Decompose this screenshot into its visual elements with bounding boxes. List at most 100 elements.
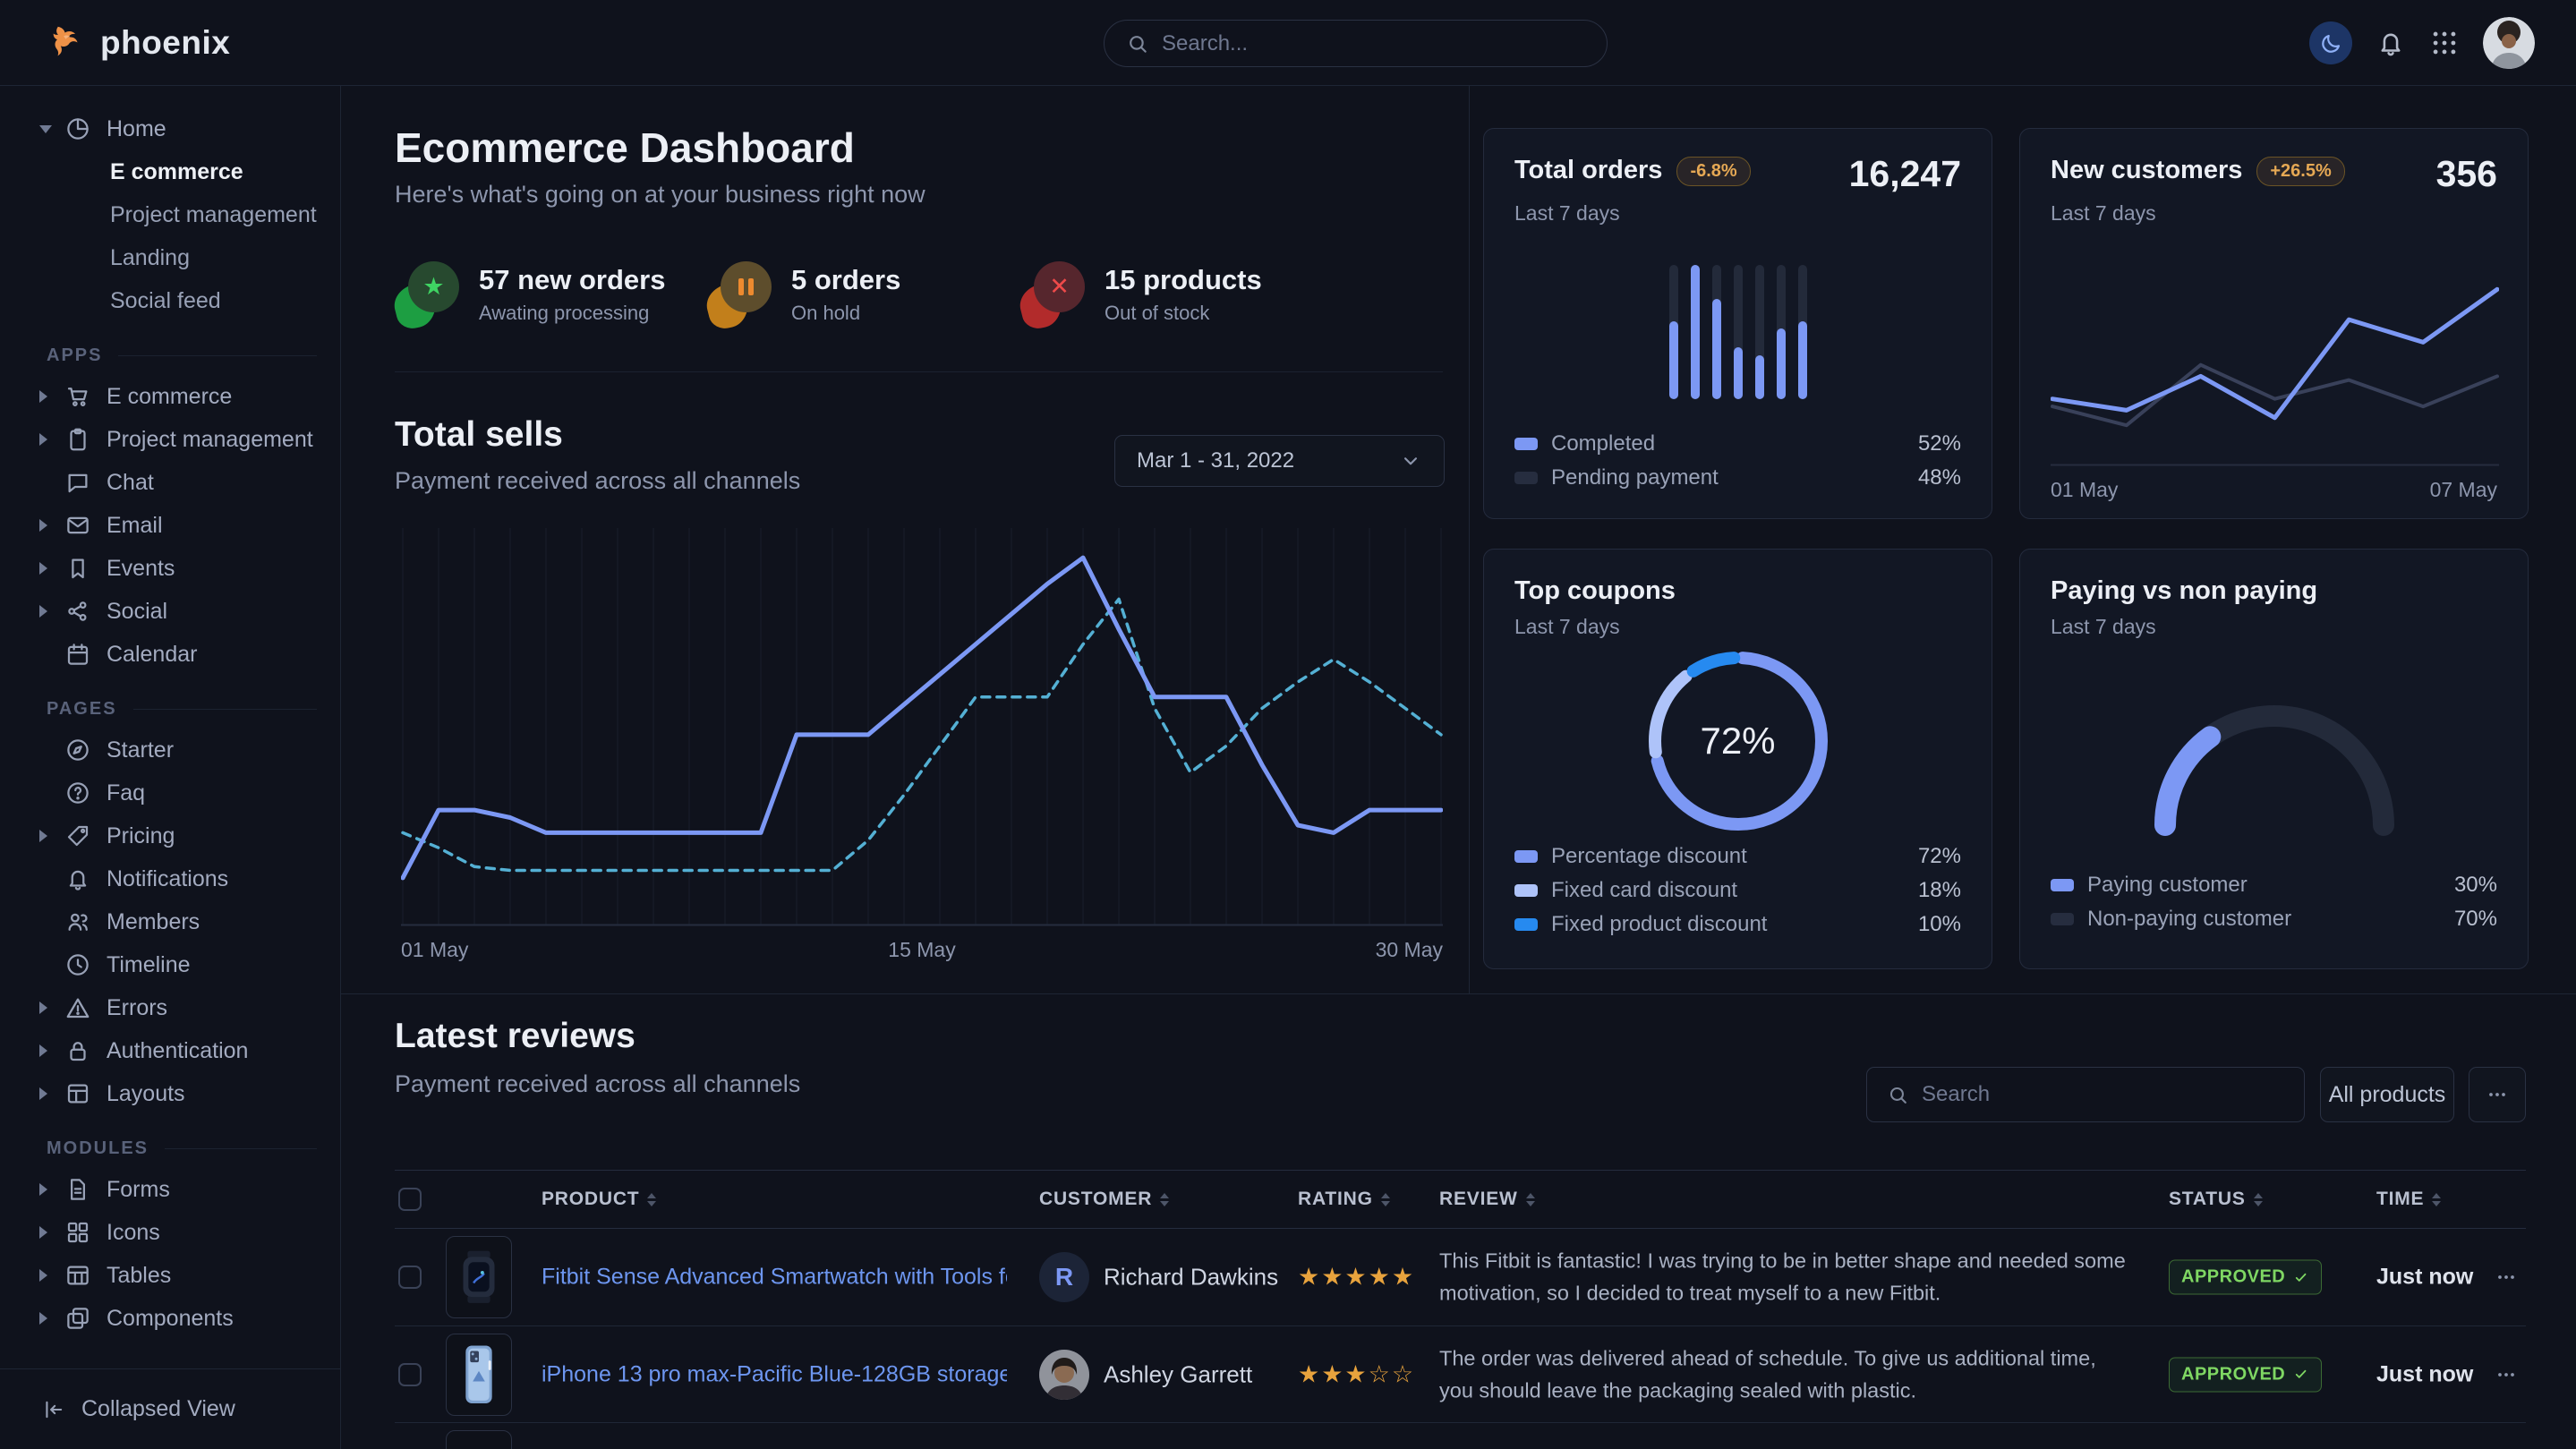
sidebar-item-social[interactable]: Social	[0, 590, 340, 633]
reviews-search-input[interactable]	[1922, 1082, 2284, 1107]
lock-icon	[64, 1037, 91, 1064]
total-sells-chart	[401, 528, 1443, 926]
sidebar-item-label: Notifications	[107, 866, 228, 892]
card-title: Paying vs non paying	[2051, 576, 2317, 606]
row-checkbox[interactable]	[398, 1266, 422, 1289]
order-bar	[1734, 265, 1743, 399]
new-customers-chart	[2051, 256, 2499, 466]
legend-row: Percentage discount 72%	[1514, 840, 1961, 874]
sidebar-item-email[interactable]: Email	[0, 504, 340, 547]
compass-icon	[64, 737, 91, 763]
components-icon	[64, 1305, 91, 1332]
sidebar-item-pricing[interactable]: Pricing	[0, 814, 340, 857]
brand-name: phoenix	[100, 24, 230, 62]
x-tick: 01 May	[2051, 478, 2118, 502]
sidebar-item-chat[interactable]: Chat	[0, 461, 340, 504]
product-link[interactable]: Fitbit Sense Advanced Smartwatch with To…	[542, 1265, 1007, 1291]
sidebar-item-authentication[interactable]: Authentication	[0, 1029, 340, 1072]
sidebar-item-timeline[interactable]: Timeline	[0, 943, 340, 986]
collapse-view-button[interactable]: Collapsed View	[0, 1368, 340, 1449]
sidebar-item-landing[interactable]: Landing	[0, 236, 340, 279]
customer-avatar[interactable]: R	[1039, 1252, 1089, 1302]
sidebar-item-notifications[interactable]: Notifications	[0, 857, 340, 900]
change-badge: -6.8%	[1676, 157, 1750, 186]
app-root: phoenix HomeE commerceProject management…	[0, 0, 2576, 1449]
column-header-rating[interactable]: RATING	[1298, 1189, 1390, 1210]
latest-reviews-subtitle: Payment received across all channels	[395, 1070, 800, 1098]
stats-divider	[395, 371, 1443, 372]
sidebar-item-events[interactable]: Events	[0, 547, 340, 590]
status-badge: APPROVED	[2169, 1260, 2322, 1295]
sidebar-item-label: Starter	[107, 737, 174, 763]
theme-toggle-button[interactable]	[2309, 21, 2352, 64]
row-checkbox[interactable]	[398, 1363, 422, 1386]
chevron-down-icon	[1399, 449, 1422, 473]
all-products-button[interactable]: All products	[2320, 1067, 2454, 1122]
sidebar-item-calendar[interactable]: Calendar	[0, 633, 340, 676]
star-icon: ★	[395, 261, 459, 328]
customer-avatar[interactable]	[1039, 1350, 1089, 1400]
brand[interactable]: phoenix	[47, 22, 230, 64]
more-options-button[interactable]	[2469, 1067, 2526, 1122]
column-header-customer[interactable]: CUSTOMER	[1039, 1189, 1169, 1210]
reviews-search[interactable]	[1866, 1067, 2305, 1122]
vertical-divider	[1469, 86, 1470, 993]
row-actions-button[interactable]	[2494, 1265, 2519, 1290]
order-bar	[1798, 265, 1807, 399]
customer-name: Richard Dawkins	[1104, 1264, 1278, 1291]
change-badge: +26.5%	[2256, 157, 2344, 186]
column-header-product[interactable]: PRODUCT	[542, 1189, 656, 1210]
sidebar-item-label: Layouts	[107, 1081, 185, 1107]
sidebar-item-errors[interactable]: Errors	[0, 986, 340, 1029]
sidebar-item-social-feed[interactable]: Social feed	[0, 279, 340, 322]
review-time: Just now	[2376, 1265, 2473, 1291]
global-search-input[interactable]	[1162, 31, 1585, 56]
legend-swatch	[1514, 884, 1538, 897]
apps-grid-icon[interactable]	[2429, 28, 2460, 58]
stat-new-orders: ★ 57 new orders Awating processing	[395, 261, 665, 328]
sidebar: HomeE commerceProject managementLandingS…	[0, 86, 341, 1449]
select-all-checkbox[interactable]	[398, 1188, 422, 1211]
notifications-bell-icon[interactable]	[2376, 28, 2406, 58]
user-avatar[interactable]	[2483, 17, 2535, 69]
legend-value: 72%	[1918, 844, 1961, 869]
sidebar-item-project-management[interactable]: Project management	[0, 418, 340, 461]
row-actions-button[interactable]	[2494, 1362, 2519, 1387]
section-divider	[341, 993, 2576, 994]
sidebar-item-icons[interactable]: Icons	[0, 1211, 340, 1254]
sidebar-item-starter[interactable]: Starter	[0, 729, 340, 771]
stat-label: Awating processing	[479, 302, 665, 325]
column-header-status[interactable]: STATUS	[2169, 1189, 2263, 1210]
rating-stars: ★★★★★	[1298, 1264, 1415, 1291]
total-sells-title: Total sells	[395, 415, 563, 455]
top-coupons-card: Top coupons Last 7 days 72% Percentage d…	[1483, 549, 1992, 969]
column-header-review[interactable]: REVIEW	[1439, 1189, 1535, 1210]
clipboard-icon	[64, 426, 91, 453]
sidebar-item-label: Social	[107, 599, 167, 625]
sidebar-item-layouts[interactable]: Layouts	[0, 1072, 340, 1115]
legend-label: Fixed card discount	[1551, 878, 1737, 903]
sidebar-item-components[interactable]: Components	[0, 1297, 340, 1340]
sidebar-item-project-management[interactable]: Project management	[0, 193, 340, 236]
product-link[interactable]: iPhone 13 pro max-Pacific Blue-128GB sto…	[542, 1361, 1007, 1387]
sort-icon	[1526, 1193, 1535, 1206]
sidebar-item-faq[interactable]: Faq	[0, 771, 340, 814]
legend-row: Fixed product discount 10%	[1514, 908, 1961, 942]
search-icon	[1126, 32, 1149, 55]
caret-right-icon	[39, 562, 64, 575]
review-text: The order was delivered ahead of schedul…	[1439, 1342, 2128, 1407]
legend-swatch	[2051, 879, 2074, 891]
sidebar-item-e-commerce[interactable]: E commerce	[0, 150, 340, 193]
sidebar-item-members[interactable]: Members	[0, 900, 340, 943]
sidebar-item-forms[interactable]: Forms	[0, 1168, 340, 1211]
global-search[interactable]	[1104, 20, 1608, 67]
x-tick: 01 May	[401, 938, 468, 962]
sidebar-item-e-commerce[interactable]: E commerce	[0, 375, 340, 418]
sidebar-item-home[interactable]: Home	[0, 107, 340, 150]
caret-right-icon	[39, 830, 64, 842]
column-header-time[interactable]: TIME	[2376, 1189, 2441, 1210]
sidebar-item-tables[interactable]: Tables	[0, 1254, 340, 1297]
date-range-select[interactable]: Mar 1 - 31, 2022	[1114, 435, 1445, 487]
legend-row: Non-paying customer 70%	[2051, 902, 2497, 936]
orders-bar-chart	[1669, 265, 1807, 399]
